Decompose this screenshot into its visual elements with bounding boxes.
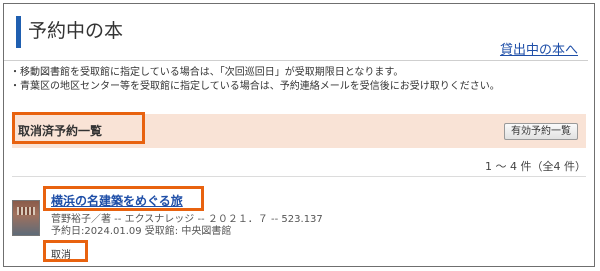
active-reservations-button[interactable]: 有効予約一覧 [504, 123, 578, 140]
section-title: 取消済予約一覧 [18, 124, 103, 138]
status-badge: 取消 [51, 250, 71, 261]
result-count: 1 〜 4 件（全4 件） [485, 160, 586, 173]
title-accent-bar [16, 16, 21, 48]
borrowed-books-link[interactable]: 貸出中の本へ [500, 39, 578, 58]
notes-block: ・移動図書館を受取館に指定している場合は、「次回巡回日」が受取期限日となります。… [10, 66, 500, 94]
book-cover-thumbnail [12, 200, 40, 236]
reservation-info: 予約日:2024.01.09 受取館: 中央図書館 [51, 226, 232, 237]
note-district-center: ・青葉区の地区センター等を受取館に指定している場合は、予約連絡メールを受信後にお… [10, 81, 500, 92]
book-details: 菅野裕子／著 -- エクスナレッジ -- ２０２１．７ -- 523.137 予… [51, 214, 323, 238]
note-mobile-library: ・移動図書館を受取館に指定している場合は、「次回巡回日」が受取期限日となります。 [10, 67, 404, 78]
book-title-link[interactable]: 横浜の名建築をめぐる旅 [51, 192, 183, 209]
page-title: 予約中の本 [28, 20, 124, 42]
book-author-publisher: 菅野裕子／著 -- エクスナレッジ -- ２０２１．７ -- 523.137 [51, 214, 323, 225]
list-divider [12, 176, 586, 177]
header-divider [4, 60, 588, 61]
cancelled-section-header: 取消済予約一覧 有効予約一覧 [12, 114, 586, 148]
